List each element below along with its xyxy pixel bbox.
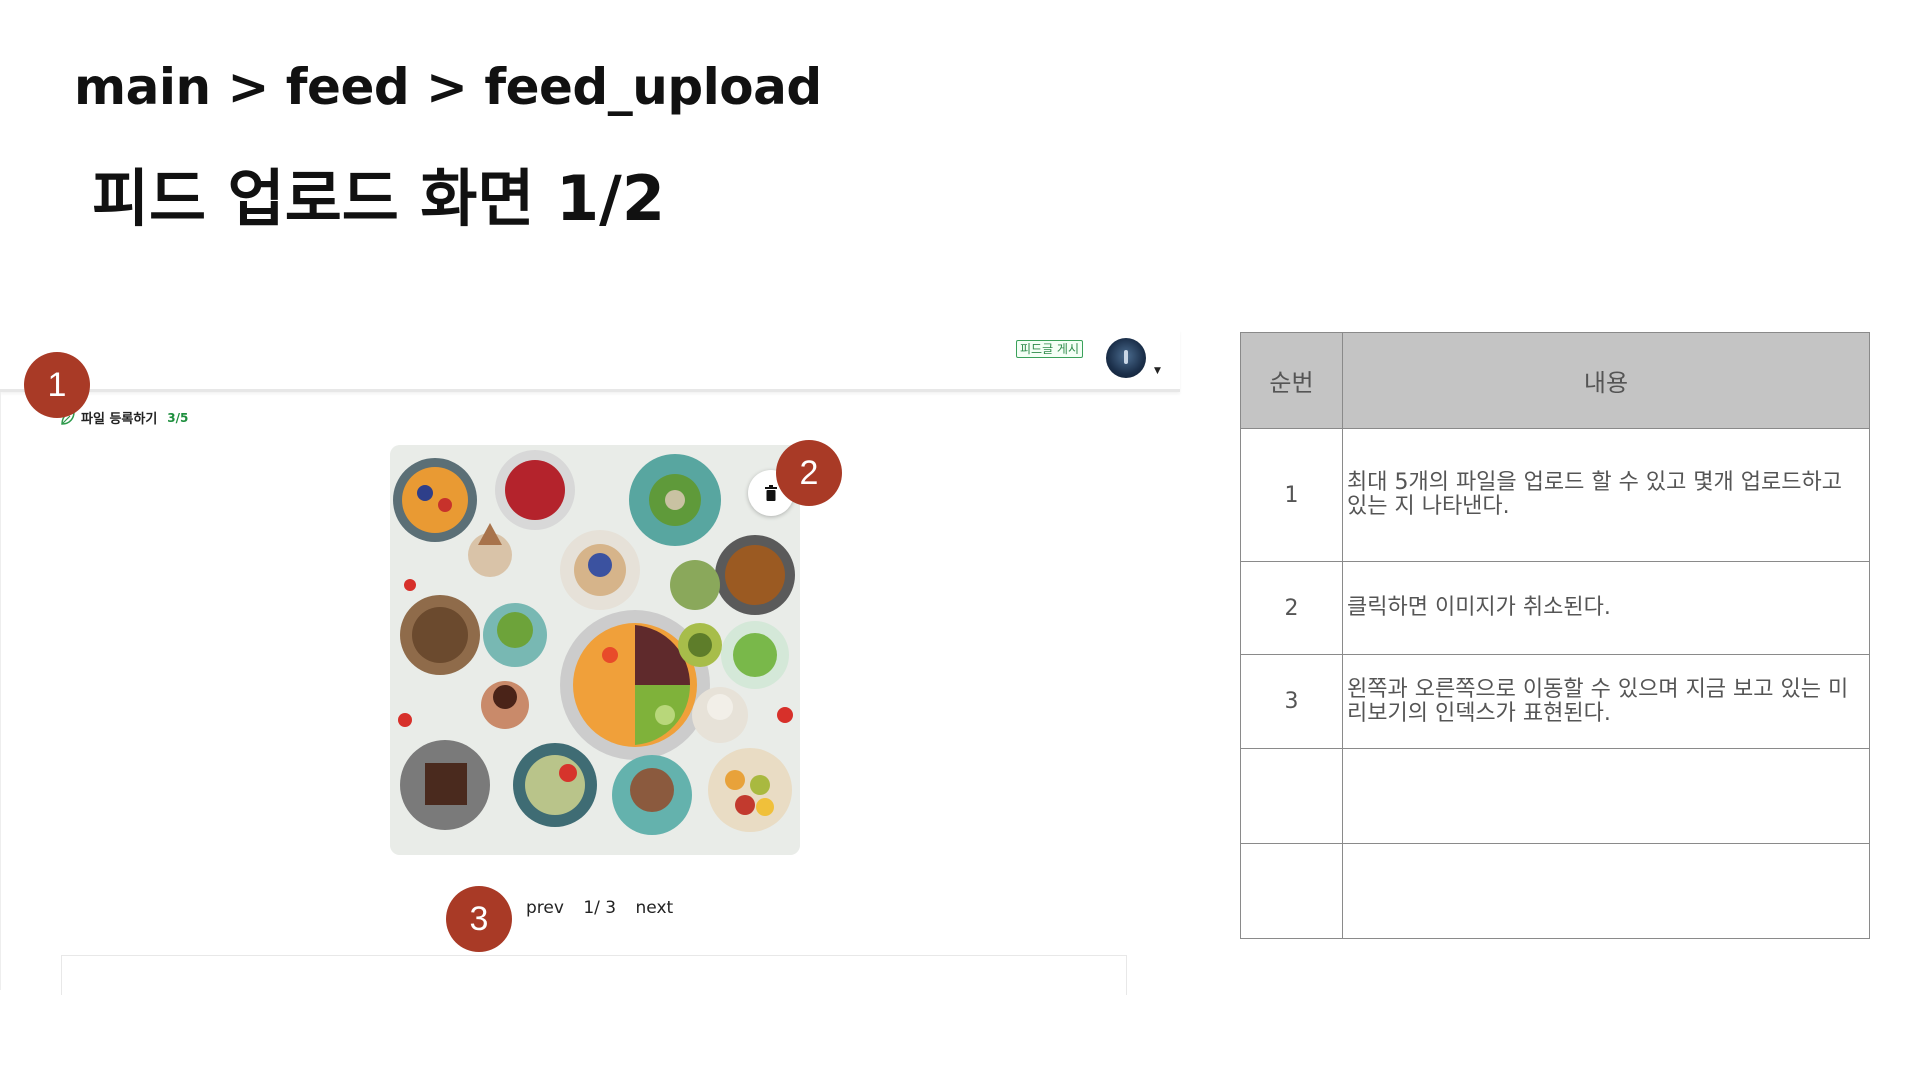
image-preview bbox=[390, 445, 800, 855]
row-no: 3 bbox=[1240, 654, 1343, 749]
app-screenshot: 피드글 게시 ▼ 파일 등록하기 3/5 prev 1/ 3 next bbox=[0, 330, 1180, 995]
row-no bbox=[1240, 843, 1343, 939]
prev-button[interactable]: prev bbox=[526, 898, 564, 918]
row-content: 클릭하면 이미지가 취소된다. bbox=[1342, 561, 1870, 655]
top-navbar: 피드글 게시 ▼ bbox=[0, 330, 1180, 392]
post-feed-button[interactable]: 피드글 게시 bbox=[1016, 340, 1084, 358]
row-content bbox=[1342, 843, 1870, 939]
trash-icon bbox=[765, 485, 777, 501]
dessert-image bbox=[390, 445, 800, 855]
divider bbox=[0, 392, 1, 990]
table-row: 1 최대 5개의 파일을 업로드 할 수 있고 몇개 업로드하고 있는 지 나타… bbox=[1240, 428, 1870, 562]
table-header-row: 순번 내용 bbox=[1240, 332, 1870, 429]
description-table: 순번 내용 1 최대 5개의 파일을 업로드 할 수 있고 몇개 업로드하고 있… bbox=[1240, 332, 1870, 939]
file-register-row[interactable]: 파일 등록하기 3/5 bbox=[60, 408, 188, 427]
page-title: 피드 업로드 화면 1/2 bbox=[92, 162, 665, 235]
table-row bbox=[1240, 748, 1870, 844]
header-content: 내용 bbox=[1342, 332, 1870, 429]
breadcrumb: main > feed > feed_upload bbox=[74, 58, 822, 116]
header-no: 순번 bbox=[1240, 332, 1343, 429]
preview-pager: prev 1/ 3 next bbox=[526, 898, 687, 918]
annotation-badge-2: 2 bbox=[776, 440, 842, 506]
row-content: 왼쪽과 오른쪽으로 이동할 수 있으며 지금 보고 있는 미리보기의 인덱스가 … bbox=[1342, 654, 1870, 749]
caret-down-icon[interactable]: ▼ bbox=[1154, 366, 1161, 376]
row-no bbox=[1240, 748, 1343, 844]
pager-index: 1/ 3 bbox=[583, 898, 617, 918]
row-content: 최대 5개의 파일을 업로드 할 수 있고 몇개 업로드하고 있는 지 나타낸다… bbox=[1342, 428, 1870, 562]
row-content bbox=[1342, 748, 1870, 844]
file-count: 3/5 bbox=[167, 410, 189, 425]
table-row: 2 클릭하면 이미지가 취소된다. bbox=[1240, 561, 1870, 655]
feed-content-input[interactable] bbox=[61, 955, 1127, 995]
annotation-badge-1: 1 bbox=[24, 352, 90, 418]
annotation-badge-3: 3 bbox=[446, 886, 512, 952]
file-register-label: 파일 등록하기 bbox=[81, 412, 158, 427]
table-row bbox=[1240, 843, 1870, 939]
row-no: 1 bbox=[1240, 428, 1343, 562]
avatar[interactable] bbox=[1106, 338, 1146, 378]
row-no: 2 bbox=[1240, 561, 1343, 655]
next-button[interactable]: next bbox=[636, 898, 674, 918]
table-row: 3 왼쪽과 오른쪽으로 이동할 수 있으며 지금 보고 있는 미리보기의 인덱스… bbox=[1240, 654, 1870, 749]
